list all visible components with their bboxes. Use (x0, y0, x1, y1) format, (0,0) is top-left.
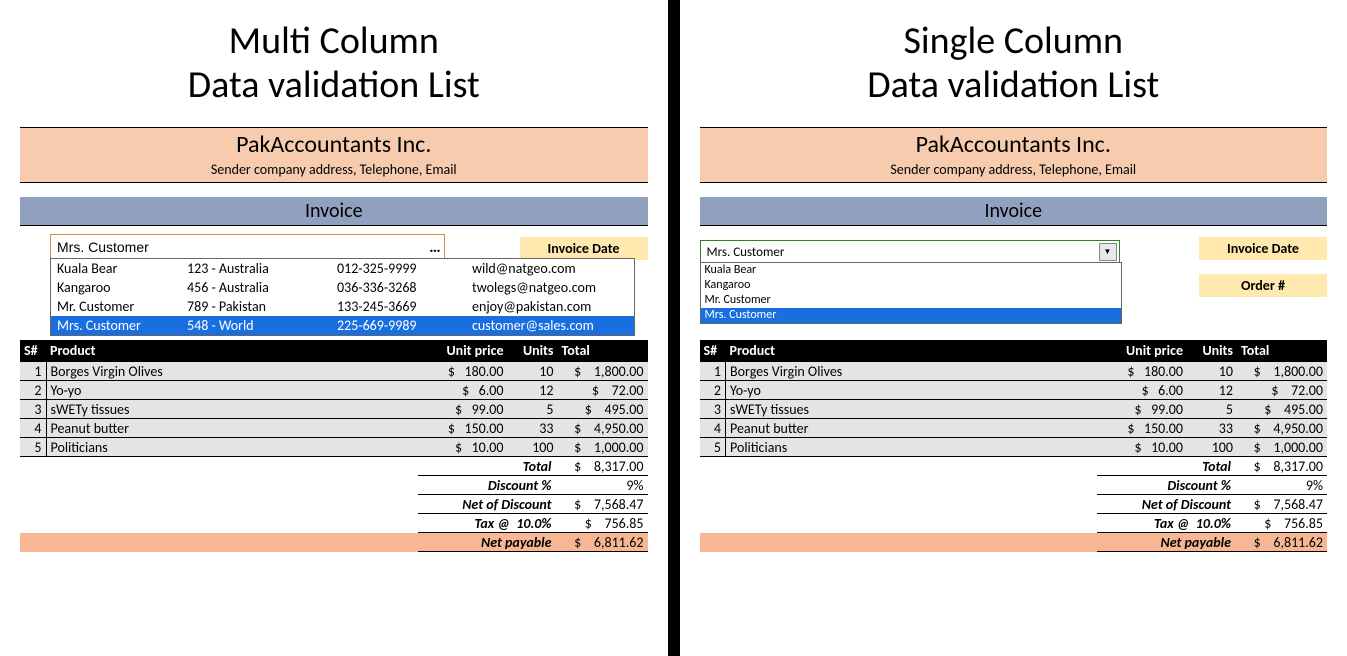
table-row[interactable]: 5Politicians$ 10.00100$ 1,000.00 (700, 438, 1328, 457)
table-row[interactable]: 5Politicians$ 10.00100$ 1,000.00 (20, 438, 648, 457)
title-line2: Data validation List (700, 64, 1328, 108)
invoice-table-left: S# Product Unit price Units Total 1Borge… (20, 340, 648, 552)
dropdown-option[interactable]: Mrs. Customer548 - World225-669-9989cust… (51, 316, 634, 335)
col-total: Total (1237, 340, 1327, 362)
customer-combo-input[interactable] (51, 239, 426, 255)
dropdown-option[interactable]: Mr. Customer789 - Pakistan133-245-3669en… (51, 297, 634, 316)
table-row[interactable]: 4Peanut butter$ 150.0033$ 4,950.00 (700, 419, 1328, 438)
summary-row: Net payable$ 6,811.62 (20, 533, 648, 552)
summary-row: Discount %9% (700, 476, 1328, 495)
title-line2: Data validation List (20, 64, 648, 108)
invoice-summary: Total$ 8,317.00Discount %9%Net of Discou… (700, 457, 1328, 552)
table-row[interactable]: 1Borges Virgin Olives$ 180.0010$ 1,800.0… (20, 362, 648, 381)
combo-expand-icon[interactable]: … (426, 238, 444, 257)
col-units: Units (1187, 340, 1237, 362)
table-row[interactable]: 1Borges Virgin Olives$ 180.0010$ 1,800.0… (700, 362, 1328, 381)
invoice-date-label: Invoice Date (1199, 237, 1327, 260)
invoice-summary: Total$ 8,317.00Discount %9%Net of Discou… (20, 457, 648, 552)
table-row[interactable]: 2Yo-yo$ 6.0012$ 72.00 (700, 381, 1328, 400)
col-product: Product (726, 340, 1098, 362)
invoice-header: Invoice (700, 197, 1328, 226)
company-bar: PakAccountants Inc. Sender company addre… (700, 127, 1328, 183)
invoice-body: 1Borges Virgin Olives$ 180.0010$ 1,800.0… (20, 362, 648, 457)
panel-multi-column: Multi Column Data validation List PakAcc… (0, 0, 668, 656)
summary-row: Tax @ 10.0%$ 756.85 (700, 514, 1328, 533)
summary-row: Net of Discount$ 7,568.47 (700, 495, 1328, 514)
table-row[interactable]: 4Peanut butter$ 150.0033$ 4,950.00 (20, 419, 648, 438)
summary-row: Total$ 8,317.00 (20, 457, 648, 476)
col-unitprice: Unit price (1097, 340, 1187, 362)
table-row[interactable]: 3sWETy tissues$ 99.005$ 495.00 (700, 400, 1328, 419)
title-single: Single Column Data validation List (700, 20, 1328, 107)
panel-single-column: Single Column Data validation List PakAc… (680, 0, 1347, 656)
company-name: PakAccountants Inc. (700, 130, 1328, 159)
summary-row: Discount %9% (20, 476, 648, 495)
invoice-date-label: Invoice Date (520, 237, 648, 260)
company-bar: PakAccountants Inc. Sender company addre… (20, 127, 648, 183)
customer-combo-single[interactable]: Mrs. Customer ▼ Kuala BearKangarooMr. Cu… (700, 240, 1120, 264)
col-units: Units (508, 340, 558, 362)
title-line1: Single Column (700, 20, 1328, 64)
summary-row: Total$ 8,317.00 (700, 457, 1328, 476)
dropdown-option[interactable]: Mrs. Customer (701, 308, 1121, 323)
invoice-table-right: S# Product Unit price Units Total 1Borge… (700, 340, 1328, 552)
customer-combo-dropdown[interactable]: Kuala BearKangarooMr. CustomerMrs. Custo… (700, 262, 1122, 324)
invoice-body: 1Borges Virgin Olives$ 180.0010$ 1,800.0… (700, 362, 1328, 457)
customer-combo-dropdown[interactable]: Kuala Bear123 - Australia012-325-9999wil… (50, 258, 635, 336)
dropdown-option[interactable]: Mr. Customer (701, 293, 1121, 308)
invoice-header: Invoice (20, 197, 648, 226)
dropdown-option[interactable]: Kangaroo456 - Australia036-336-3268twole… (51, 278, 634, 297)
table-row[interactable]: 2Yo-yo$ 6.0012$ 72.00 (20, 381, 648, 400)
col-total: Total (558, 340, 648, 362)
dropdown-option[interactable]: Kangaroo (701, 278, 1121, 293)
vertical-divider (668, 0, 680, 656)
company-name: PakAccountants Inc. (20, 130, 648, 159)
customer-combo-multi[interactable]: … Kuala Bear123 - Australia012-325-9999w… (50, 234, 445, 260)
chevron-down-icon[interactable]: ▼ (1099, 243, 1117, 261)
summary-row: Net payable$ 6,811.62 (700, 533, 1328, 552)
title-line1: Multi Column (20, 20, 648, 64)
summary-row: Net of Discount$ 7,568.47 (20, 495, 648, 514)
col-product: Product (46, 340, 418, 362)
col-sn: S# (700, 340, 726, 362)
table-row[interactable]: 3sWETy tissues$ 99.005$ 495.00 (20, 400, 648, 419)
dropdown-option[interactable]: Kuala Bear123 - Australia012-325-9999wil… (51, 259, 634, 278)
customer-combo-value[interactable]: Mrs. Customer (701, 245, 1097, 260)
col-sn: S# (20, 340, 46, 362)
company-address: Sender company address, Telephone, Email (700, 161, 1328, 178)
summary-row: Tax @ 10.0%$ 756.85 (20, 514, 648, 533)
col-unitprice: Unit price (418, 340, 508, 362)
company-address: Sender company address, Telephone, Email (20, 161, 648, 178)
title-multi: Multi Column Data validation List (20, 20, 648, 107)
dropdown-option[interactable]: Kuala Bear (701, 263, 1121, 278)
order-num-label: Order # (1199, 274, 1327, 297)
